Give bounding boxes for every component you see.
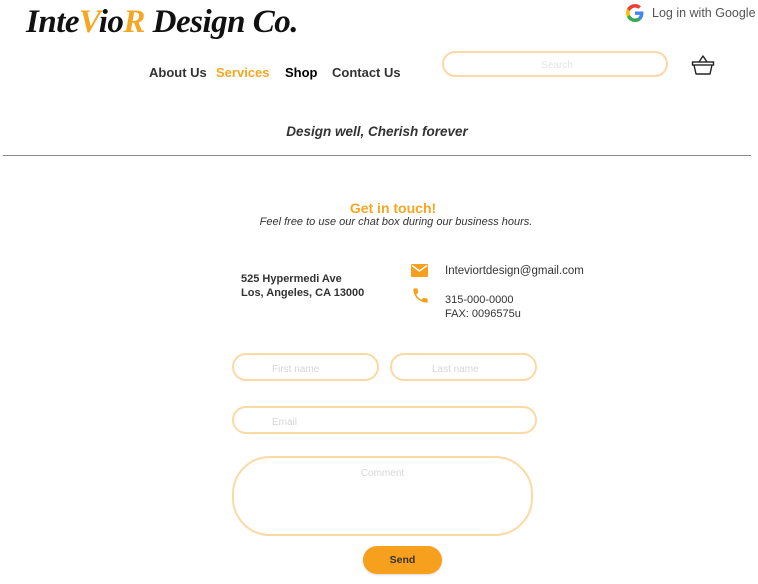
first-name-input[interactable]	[234, 355, 377, 379]
nav-shop[interactable]: Shop	[285, 65, 318, 80]
nav-services[interactable]: Services	[216, 65, 270, 80]
envelope-icon	[411, 264, 428, 277]
email-input[interactable]	[234, 408, 535, 432]
header-divider	[3, 155, 751, 156]
google-login-button[interactable]: Log in with Google	[626, 4, 756, 22]
google-login-label: Log in with Google	[652, 6, 756, 20]
address-line-1: 525 Hypermedi Ave	[241, 273, 342, 285]
logo-text-part: Inte	[26, 4, 80, 40]
phone-icon	[413, 288, 428, 303]
last-name-field	[390, 353, 537, 381]
send-button[interactable]: Send	[363, 546, 442, 574]
comment-field	[232, 456, 533, 536]
contact-heading: Get in touch!	[349, 200, 437, 216]
contact-fax: FAX: 0096575u	[445, 308, 521, 320]
comment-input[interactable]	[234, 458, 531, 534]
email-field	[232, 406, 537, 434]
logo-text-accent: V	[79, 4, 99, 40]
brand-logo[interactable]: InteVioR Design Co.	[26, 4, 299, 41]
logo-text-accent: R	[123, 4, 145, 40]
search-input[interactable]	[444, 53, 670, 77]
logo-text-part: Design Co.	[144, 4, 299, 40]
first-name-field	[232, 353, 379, 381]
shopping-basket-icon[interactable]	[691, 54, 715, 76]
nav-about-us[interactable]: About Us	[149, 65, 207, 80]
google-g-icon	[626, 4, 644, 22]
contact-phone: 315-000-0000	[445, 294, 514, 306]
tagline: Design well, Cherish forever	[286, 124, 468, 139]
logo-text-part: io	[98, 4, 124, 40]
contact-email[interactable]: Inteviortdesign@gmail.com	[445, 265, 584, 277]
nav-contact-us[interactable]: Contact Us	[332, 65, 401, 80]
last-name-input[interactable]	[392, 355, 535, 379]
address-line-2: Los, Angeles, CA 13000	[241, 287, 365, 299]
address-block: 525 Hypermedi Ave Los, Angeles, CA 13000	[241, 272, 364, 300]
contact-phone-block: 315-000-0000 FAX: 0096575u	[445, 293, 521, 321]
contact-subheading: Feel free to use our chat box during our…	[259, 216, 533, 228]
search-box	[442, 51, 670, 77]
